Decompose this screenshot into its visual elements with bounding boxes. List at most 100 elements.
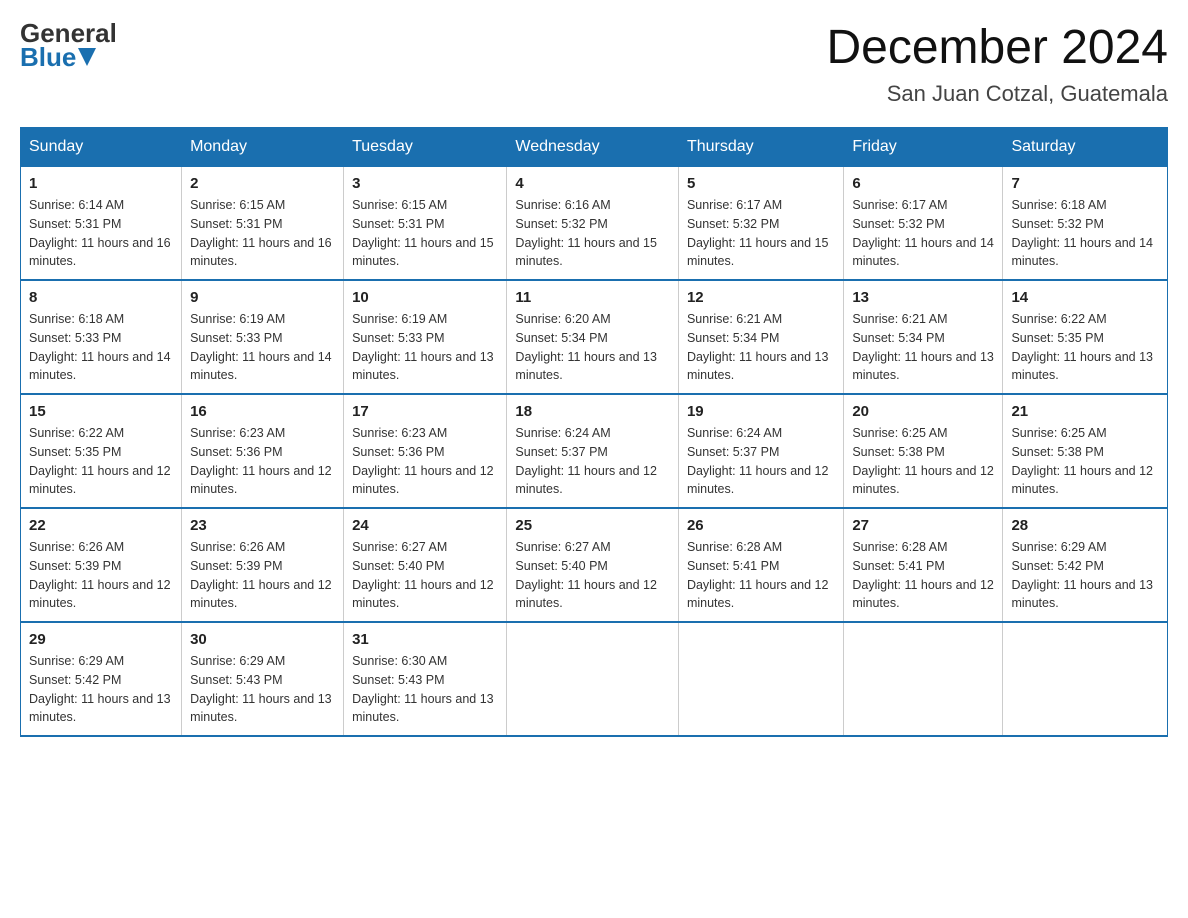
day-number: 9	[190, 289, 335, 306]
table-row: 22 Sunrise: 6:26 AM Sunset: 5:39 PM Dayl…	[21, 508, 182, 622]
day-number: 20	[852, 403, 994, 420]
day-info: Sunrise: 6:27 AM Sunset: 5:40 PM Dayligh…	[515, 538, 670, 613]
day-number: 26	[687, 517, 835, 534]
calendar-week-row: 15 Sunrise: 6:22 AM Sunset: 5:35 PM Dayl…	[21, 394, 1168, 508]
table-row: 1 Sunrise: 6:14 AM Sunset: 5:31 PM Dayli…	[21, 167, 182, 281]
day-number: 5	[687, 175, 835, 192]
table-row: 9 Sunrise: 6:19 AM Sunset: 5:33 PM Dayli…	[182, 280, 344, 394]
day-info: Sunrise: 6:21 AM Sunset: 5:34 PM Dayligh…	[852, 310, 994, 385]
calendar-table: Sunday Monday Tuesday Wednesday Thursday…	[20, 127, 1168, 737]
day-number: 18	[515, 403, 670, 420]
day-info: Sunrise: 6:23 AM Sunset: 5:36 PM Dayligh…	[190, 424, 335, 499]
day-number: 13	[852, 289, 994, 306]
day-info: Sunrise: 6:29 AM Sunset: 5:43 PM Dayligh…	[190, 652, 335, 727]
day-number: 28	[1011, 517, 1159, 534]
day-number: 4	[515, 175, 670, 192]
page-header: General Blue December 2024 San Juan Cotz…	[20, 20, 1168, 107]
day-info: Sunrise: 6:19 AM Sunset: 5:33 PM Dayligh…	[190, 310, 335, 385]
day-info: Sunrise: 6:24 AM Sunset: 5:37 PM Dayligh…	[515, 424, 670, 499]
calendar-header-row: Sunday Monday Tuesday Wednesday Thursday…	[21, 128, 1168, 167]
table-row: 10 Sunrise: 6:19 AM Sunset: 5:33 PM Dayl…	[344, 280, 507, 394]
day-number: 31	[352, 631, 498, 648]
table-row: 31 Sunrise: 6:30 AM Sunset: 5:43 PM Dayl…	[344, 622, 507, 736]
day-number: 3	[352, 175, 498, 192]
day-number: 10	[352, 289, 498, 306]
table-row: 27 Sunrise: 6:28 AM Sunset: 5:41 PM Dayl…	[844, 508, 1003, 622]
day-number: 7	[1011, 175, 1159, 192]
day-info: Sunrise: 6:22 AM Sunset: 5:35 PM Dayligh…	[1011, 310, 1159, 385]
table-row: 21 Sunrise: 6:25 AM Sunset: 5:38 PM Dayl…	[1003, 394, 1168, 508]
calendar-week-row: 22 Sunrise: 6:26 AM Sunset: 5:39 PM Dayl…	[21, 508, 1168, 622]
day-number: 6	[852, 175, 994, 192]
day-info: Sunrise: 6:25 AM Sunset: 5:38 PM Dayligh…	[852, 424, 994, 499]
day-info: Sunrise: 6:19 AM Sunset: 5:33 PM Dayligh…	[352, 310, 498, 385]
day-info: Sunrise: 6:14 AM Sunset: 5:31 PM Dayligh…	[29, 196, 173, 271]
header-sunday: Sunday	[21, 128, 182, 167]
table-row: 3 Sunrise: 6:15 AM Sunset: 5:31 PM Dayli…	[344, 167, 507, 281]
table-row: 4 Sunrise: 6:16 AM Sunset: 5:32 PM Dayli…	[507, 167, 679, 281]
table-row: 18 Sunrise: 6:24 AM Sunset: 5:37 PM Dayl…	[507, 394, 679, 508]
day-number: 30	[190, 631, 335, 648]
day-info: Sunrise: 6:24 AM Sunset: 5:37 PM Dayligh…	[687, 424, 835, 499]
day-info: Sunrise: 6:26 AM Sunset: 5:39 PM Dayligh…	[29, 538, 173, 613]
logo-blue: Blue	[20, 44, 76, 70]
day-info: Sunrise: 6:29 AM Sunset: 5:42 PM Dayligh…	[29, 652, 173, 727]
table-row	[1003, 622, 1168, 736]
day-info: Sunrise: 6:15 AM Sunset: 5:31 PM Dayligh…	[352, 196, 498, 271]
day-info: Sunrise: 6:18 AM Sunset: 5:32 PM Dayligh…	[1011, 196, 1159, 271]
table-row: 24 Sunrise: 6:27 AM Sunset: 5:40 PM Dayl…	[344, 508, 507, 622]
table-row: 15 Sunrise: 6:22 AM Sunset: 5:35 PM Dayl…	[21, 394, 182, 508]
day-number: 12	[687, 289, 835, 306]
table-row: 26 Sunrise: 6:28 AM Sunset: 5:41 PM Dayl…	[678, 508, 843, 622]
day-info: Sunrise: 6:25 AM Sunset: 5:38 PM Dayligh…	[1011, 424, 1159, 499]
header-saturday: Saturday	[1003, 128, 1168, 167]
table-row	[678, 622, 843, 736]
logo-triangle-icon	[78, 48, 96, 66]
day-info: Sunrise: 6:17 AM Sunset: 5:32 PM Dayligh…	[852, 196, 994, 271]
header-friday: Friday	[844, 128, 1003, 167]
table-row: 14 Sunrise: 6:22 AM Sunset: 5:35 PM Dayl…	[1003, 280, 1168, 394]
day-info: Sunrise: 6:18 AM Sunset: 5:33 PM Dayligh…	[29, 310, 173, 385]
table-row: 20 Sunrise: 6:25 AM Sunset: 5:38 PM Dayl…	[844, 394, 1003, 508]
table-row: 11 Sunrise: 6:20 AM Sunset: 5:34 PM Dayl…	[507, 280, 679, 394]
day-info: Sunrise: 6:29 AM Sunset: 5:42 PM Dayligh…	[1011, 538, 1159, 613]
day-info: Sunrise: 6:28 AM Sunset: 5:41 PM Dayligh…	[687, 538, 835, 613]
day-number: 29	[29, 631, 173, 648]
header-thursday: Thursday	[678, 128, 843, 167]
day-number: 16	[190, 403, 335, 420]
header-tuesday: Tuesday	[344, 128, 507, 167]
day-number: 14	[1011, 289, 1159, 306]
day-info: Sunrise: 6:15 AM Sunset: 5:31 PM Dayligh…	[190, 196, 335, 271]
calendar-subtitle: San Juan Cotzal, Guatemala	[826, 81, 1168, 107]
day-number: 17	[352, 403, 498, 420]
table-row: 23 Sunrise: 6:26 AM Sunset: 5:39 PM Dayl…	[182, 508, 344, 622]
table-row: 16 Sunrise: 6:23 AM Sunset: 5:36 PM Dayl…	[182, 394, 344, 508]
calendar-title: December 2024	[826, 20, 1168, 75]
table-row: 28 Sunrise: 6:29 AM Sunset: 5:42 PM Dayl…	[1003, 508, 1168, 622]
table-row	[844, 622, 1003, 736]
title-block: December 2024 San Juan Cotzal, Guatemala	[826, 20, 1168, 107]
table-row	[507, 622, 679, 736]
table-row: 6 Sunrise: 6:17 AM Sunset: 5:32 PM Dayli…	[844, 167, 1003, 281]
day-info: Sunrise: 6:30 AM Sunset: 5:43 PM Dayligh…	[352, 652, 498, 727]
header-wednesday: Wednesday	[507, 128, 679, 167]
day-number: 25	[515, 517, 670, 534]
day-number: 11	[515, 289, 670, 306]
day-number: 23	[190, 517, 335, 534]
day-number: 15	[29, 403, 173, 420]
logo: General Blue	[20, 20, 117, 70]
calendar-week-row: 1 Sunrise: 6:14 AM Sunset: 5:31 PM Dayli…	[21, 167, 1168, 281]
table-row: 7 Sunrise: 6:18 AM Sunset: 5:32 PM Dayli…	[1003, 167, 1168, 281]
table-row: 2 Sunrise: 6:15 AM Sunset: 5:31 PM Dayli…	[182, 167, 344, 281]
header-monday: Monday	[182, 128, 344, 167]
day-info: Sunrise: 6:21 AM Sunset: 5:34 PM Dayligh…	[687, 310, 835, 385]
table-row: 13 Sunrise: 6:21 AM Sunset: 5:34 PM Dayl…	[844, 280, 1003, 394]
day-number: 19	[687, 403, 835, 420]
table-row: 17 Sunrise: 6:23 AM Sunset: 5:36 PM Dayl…	[344, 394, 507, 508]
day-info: Sunrise: 6:22 AM Sunset: 5:35 PM Dayligh…	[29, 424, 173, 499]
table-row: 19 Sunrise: 6:24 AM Sunset: 5:37 PM Dayl…	[678, 394, 843, 508]
table-row: 12 Sunrise: 6:21 AM Sunset: 5:34 PM Dayl…	[678, 280, 843, 394]
day-number: 22	[29, 517, 173, 534]
day-number: 21	[1011, 403, 1159, 420]
calendar-week-row: 8 Sunrise: 6:18 AM Sunset: 5:33 PM Dayli…	[21, 280, 1168, 394]
